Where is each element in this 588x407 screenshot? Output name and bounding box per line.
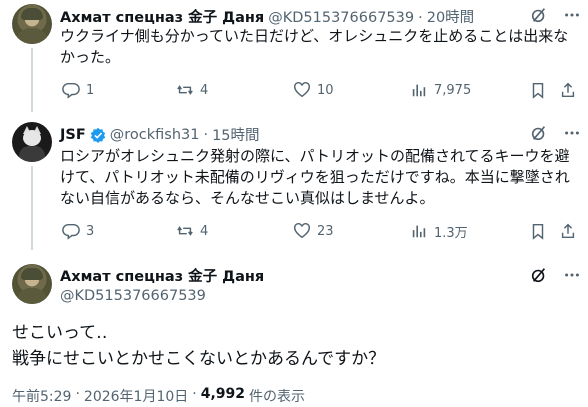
bookmark-icon[interactable] <box>528 221 548 241</box>
reply-count: 1 <box>86 82 95 98</box>
reply-button[interactable]: 1 <box>62 80 94 100</box>
tweet-text-line: かった。 <box>60 48 121 66</box>
like-button[interactable]: 23 <box>293 221 334 241</box>
grok-icon[interactable] <box>529 123 549 143</box>
views-button[interactable]: 1.3万 <box>410 221 468 241</box>
tweet1-header: Ахмат спецназ 金子 Даня @KD515376667539 · … <box>60 6 474 27</box>
avatar-kd[interactable] <box>12 264 52 304</box>
tweet-text-line: 戦争にせこいとかせこくないとかあるんですか？ <box>12 349 386 369</box>
tweet-text-line: せこいって‥ <box>12 323 108 343</box>
repost-icon <box>177 85 193 95</box>
reply-button[interactable]: 3 <box>62 221 94 241</box>
repost-icon <box>177 226 193 236</box>
separator-dot: · <box>418 10 423 26</box>
user-handle[interactable]: @KD515376667539 <box>268 10 414 26</box>
share-icon[interactable] <box>558 221 578 241</box>
reply-icon <box>62 82 80 99</box>
like-count: 10 <box>317 82 334 98</box>
avatar-jsf[interactable] <box>12 122 52 162</box>
bookmark-icon[interactable] <box>528 80 548 100</box>
like-count: 23 <box>317 223 334 239</box>
like-icon <box>294 223 310 239</box>
separator-dot: · <box>203 126 209 143</box>
repost-button[interactable]: 4 <box>176 80 208 100</box>
verified-badge-icon <box>90 127 105 143</box>
post-date[interactable]: 2026年1月10日 <box>84 386 188 406</box>
thread-line <box>31 166 33 250</box>
view-count: 7,975 <box>434 82 472 98</box>
view-count: 1.3万 <box>434 225 468 241</box>
like-button[interactable]: 10 <box>293 80 334 100</box>
tweet-text-line: ロシアがオレシュニク発射の際に、パトリオットの配備されてるキーウを避 <box>60 147 570 165</box>
display-name[interactable]: Ахмат спецназ 金子 Даня <box>60 265 264 286</box>
like-icon <box>294 82 310 98</box>
views-button[interactable]: 7,975 <box>410 80 471 100</box>
user-handle[interactable]: @rockfish31 <box>110 127 200 143</box>
tweet-text-line: ウクライナ側も分かっていた日だけど、オレシュニクを止めることは出来な <box>60 27 569 45</box>
share-icon[interactable] <box>558 80 578 100</box>
view-count: 4,992 <box>200 386 246 402</box>
timestamp[interactable]: 20時間 <box>427 6 474 27</box>
more-icon[interactable] <box>562 5 582 25</box>
reply-icon <box>62 223 80 240</box>
display-name[interactable]: JSF <box>60 127 86 143</box>
view-label: 件の表示 <box>249 389 306 405</box>
tweet-text-line: けて、パトリオット未配備のリヴィウを狙っただけですね。本当に撃墜され <box>60 168 570 186</box>
views-icon <box>412 84 426 97</box>
timestamp[interactable]: 15時間 <box>212 124 259 145</box>
more-icon[interactable] <box>562 123 582 143</box>
views-icon <box>412 225 426 238</box>
tweet1-text: ウクライナ側も分かっていた日だけど、オレシュニクを止めることは出来な かった。 <box>60 26 580 68</box>
avatar-kd[interactable] <box>12 4 52 44</box>
separator-dot: · <box>75 386 80 402</box>
more-icon[interactable] <box>562 265 582 285</box>
reply-count: 3 <box>86 223 95 239</box>
tweet2-text: ロシアがオレシュニク発射の際に、パトリオットの配備されてるキーウを避 けて、パト… <box>60 146 582 209</box>
main-tweet-meta: 午前5:29 · 2026年1月10日 · 4,992 件の表示 <box>12 386 305 406</box>
separator-dot: · <box>192 386 197 402</box>
repost-count: 4 <box>200 82 209 98</box>
user-handle[interactable]: @KD515376667539 <box>60 288 264 304</box>
grok-icon[interactable] <box>529 265 549 285</box>
thread-line <box>31 48 33 112</box>
display-name[interactable]: Ахмат спецназ 金子 Даня <box>60 6 264 27</box>
grok-icon[interactable] <box>529 5 549 25</box>
main-tweet-header: Ахмат спецназ 金子 Даня @KD515376667539 <box>60 265 264 304</box>
tweet2-header: JSF @rockfish31 · 15時間 <box>60 124 260 145</box>
repost-count: 4 <box>200 223 209 239</box>
repost-button[interactable]: 4 <box>176 221 208 241</box>
main-tweet-text: せこいって‥ 戦争にせこいとかせこくないとかあるんですか？ <box>12 320 385 372</box>
tweet-text-line: ない自信があるなら、そんなせこい真似はしませんよ。 <box>60 189 435 207</box>
post-time[interactable]: 午前5:29 <box>12 386 71 406</box>
